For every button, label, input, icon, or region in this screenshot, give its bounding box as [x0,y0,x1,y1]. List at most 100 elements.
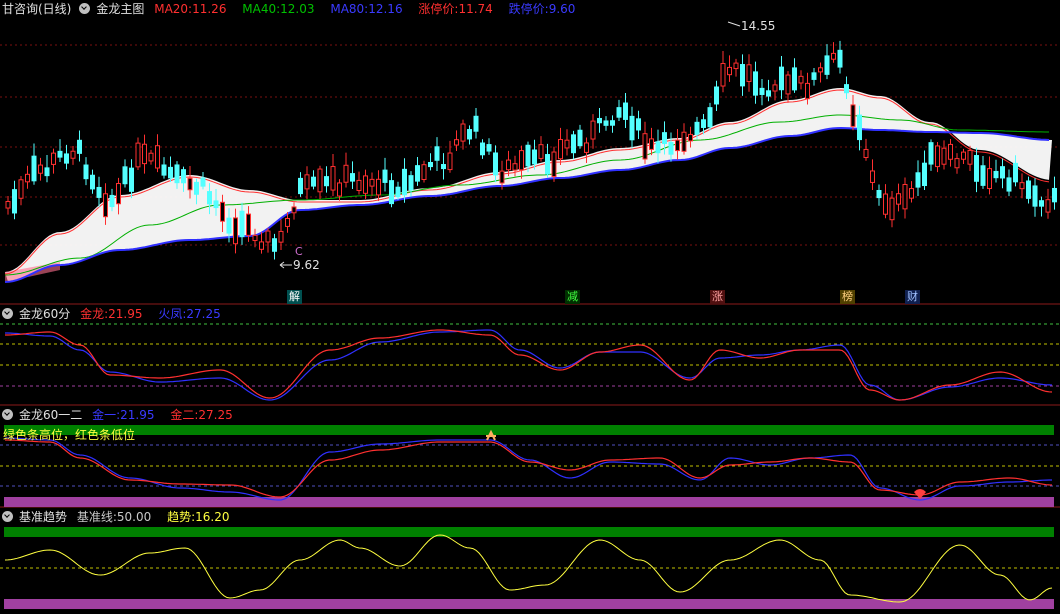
candle-body [51,152,56,165]
high-price-mark: 14.55 [741,18,781,34]
chevron-down-icon[interactable] [2,308,13,319]
candle-body [1052,187,1057,203]
candle-body [181,169,186,184]
panel4-title[interactable]: 基准趋势 [19,510,67,524]
candle-body [571,134,576,154]
jiner-label: 金二: [170,408,199,422]
ma40-value: 12.03 [280,2,315,16]
candle-body [122,166,128,185]
low-band [4,497,1054,507]
candle-body [239,210,245,238]
panel2-header: 金龙60分 金龙:21.95 火凤:27.25 [0,306,233,322]
candle-body [96,186,102,198]
candle-body [616,107,622,118]
candle-body [922,162,927,187]
candle-body [174,164,180,184]
candle-body [499,170,505,184]
panel3-title[interactable]: 金龙60一二 [19,408,82,422]
candle-body [447,152,453,171]
candle-body [519,150,524,171]
candle-body [408,175,414,191]
candle-body [207,191,212,205]
candle-body [278,230,284,243]
candle-body [863,148,869,159]
candle-body [785,74,791,95]
candle-body [200,177,206,187]
candle-body [623,102,628,120]
candle-body [1013,162,1018,183]
high-price-label: 14.55 [741,19,776,33]
chevron-down-icon[interactable] [2,511,13,522]
candle-body [831,52,836,60]
huofeng-label: 火凤: [158,307,187,321]
chevron-down-icon[interactable] [2,409,13,420]
candle-body [850,104,856,127]
candle-body [317,168,323,193]
ma20-value: 11.26 [192,2,227,16]
candle-body [824,55,830,75]
jinlong-value: 21.95 [108,307,143,321]
candle-body [395,186,401,198]
jinyi-line [5,437,1052,501]
candle-body [584,142,589,153]
tag-jian[interactable]: 减 [565,290,580,304]
candle-body [610,120,615,126]
candle-body [688,133,693,142]
candle-body [1006,177,1012,192]
jiner-value: 27.25 [198,408,233,422]
candle-body [1026,180,1031,199]
candle-body [109,194,115,208]
candle-body [558,139,563,160]
candle-body [70,150,76,159]
candle-body [389,180,394,205]
candle-body [350,173,355,182]
candle-body [993,170,999,179]
candle-body [564,139,570,149]
jiner-line [5,439,1053,498]
candle-body [486,144,492,152]
candle-body [896,193,901,205]
candle-body [161,164,167,176]
candle-body [740,64,745,87]
candle-body [720,63,726,87]
candle-body [798,75,804,84]
limit-down-label: 跌停价: [508,2,549,16]
panel3-header: 金龙60一二 金一:21.95 金二:27.25 [0,407,245,423]
tag-zhang[interactable]: 涨 [710,290,725,304]
candle-body [376,178,381,196]
candle-body [577,129,583,147]
candle-body [44,167,50,177]
candle-body [415,165,420,182]
candle-body [441,164,446,170]
candle-body [194,181,199,195]
candle-body [805,82,810,100]
candle-body [753,71,758,96]
candle-body [480,142,485,156]
candle-body [265,230,271,243]
candle-body [5,200,11,209]
chevron-down-icon[interactable] [79,3,91,14]
tag-cai[interactable]: 财 [905,290,920,304]
limit-up-label: 涨停价: [418,2,459,16]
tag-jie[interactable]: 解 [287,290,302,304]
candle-body [545,154,550,175]
high-band [4,527,1054,537]
jinlong-label: 金龙: [80,307,109,321]
candle-body [1039,200,1044,207]
candle-body [64,153,69,164]
candle-body [18,179,24,199]
candle-body [330,166,336,191]
main-indicator[interactable]: 金龙主图 [96,2,144,16]
candle-body [961,151,966,160]
ma20-label: MA20: [154,2,193,16]
candle-body [538,144,544,159]
panel2-title[interactable]: 金龙60分 [19,307,70,321]
candle-body [246,213,251,236]
candle-body [857,114,862,141]
tag-bang[interactable]: 榜 [840,290,855,304]
candle-body [792,67,797,91]
candle-body [707,107,713,128]
candle-body [876,190,882,199]
candle-body [889,197,895,221]
candle-body [324,176,329,187]
